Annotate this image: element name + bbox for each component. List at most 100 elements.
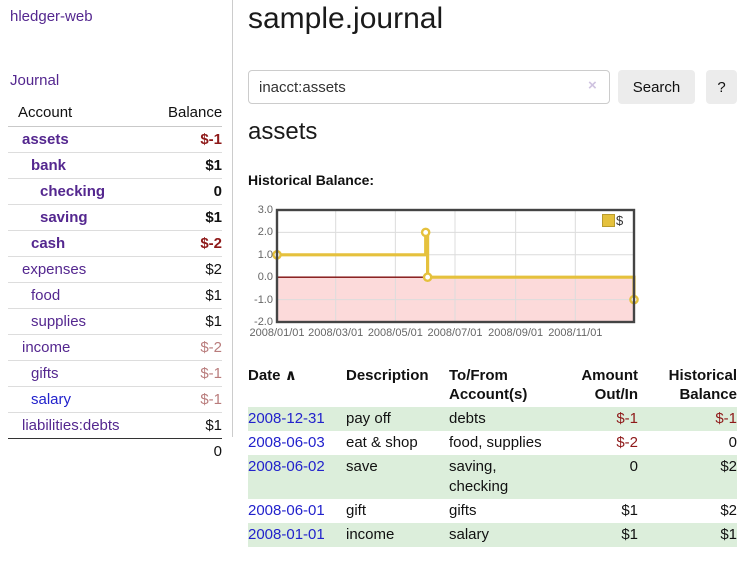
register-row: 2008-06-03eat & shopfood, supplies$-20: [248, 431, 737, 455]
legend-label: $: [616, 213, 623, 228]
y-axis-tick: 2.0: [248, 225, 273, 239]
account-row: cash $-2: [8, 231, 222, 257]
account-cell: gifts: [8, 361, 158, 387]
account-balance: $-1: [158, 387, 222, 413]
register-balance-cell: $1: [638, 523, 737, 547]
account-link-liabilities-debts[interactable]: liabilities:debts: [22, 417, 120, 434]
account-row: salary $-1: [8, 387, 222, 413]
register-header-amount: Amount Out/In: [560, 366, 638, 407]
chart-label: Historical Balance:: [248, 172, 374, 188]
account-row: income $-2: [8, 335, 222, 361]
chart-plot-area: [277, 210, 634, 322]
register-accounts-cell: gifts: [449, 499, 560, 523]
register-balance-cell: 0: [638, 431, 737, 455]
y-axis-tick: 0.0: [248, 270, 273, 284]
account-row: assets $-1: [8, 127, 222, 153]
register-header-row: Date ∧ Description To/From Account(s) Am…: [248, 366, 737, 407]
account-row: bank $1: [8, 153, 222, 179]
register-amount-cell: $-1: [560, 407, 638, 431]
account-balance: $-2: [158, 231, 222, 257]
search-input[interactable]: [248, 70, 610, 104]
account-link-supplies[interactable]: supplies: [31, 313, 86, 330]
register-accounts-cell: salary: [449, 523, 560, 547]
y-axis-tick: 3.0: [248, 203, 273, 217]
account-cell: cash: [8, 231, 158, 257]
account-link-income[interactable]: income: [22, 339, 70, 356]
account-link-checking[interactable]: checking: [40, 183, 105, 200]
register-amount-cell: 0: [560, 455, 638, 499]
account-cell: food: [8, 283, 158, 309]
transaction-date-link[interactable]: 2008-06-01: [248, 502, 325, 519]
account-row: gifts $-1: [8, 361, 222, 387]
register-row: 2008-06-02 savesaving, checking0$2: [248, 455, 737, 499]
account-link-saving[interactable]: saving: [40, 209, 88, 226]
register-balance-cell: $2: [638, 499, 737, 523]
account-cell: bank: [8, 153, 158, 179]
account-cell: assets: [8, 127, 158, 153]
account-balance: 0: [158, 179, 222, 205]
register-amount-cell: $1: [560, 523, 638, 547]
register-description-cell: pay off: [346, 407, 449, 431]
help-button[interactable]: ?: [706, 70, 737, 104]
register-accounts-cell: saving, checking: [449, 455, 560, 499]
account-link-food[interactable]: food: [31, 287, 60, 304]
accounts-tree: Account Balance assets $-1 bank $1 checking 0…: [8, 100, 222, 464]
register-amount-cell: $1: [560, 499, 638, 523]
register-balance-cell: $-1: [638, 407, 737, 431]
account-balance: $-1: [158, 127, 222, 153]
register-header-date[interactable]: Date ∧: [248, 366, 346, 407]
sidebar-item-journal[interactable]: Journal: [10, 72, 59, 89]
account-row: expenses $2: [8, 257, 222, 283]
account-link-cash[interactable]: cash: [31, 235, 65, 252]
account-link-bank[interactable]: bank: [31, 157, 66, 174]
register-header-balance: Historical Balance: [638, 366, 737, 407]
register-header-accounts: To/From Account(s): [449, 366, 560, 407]
account-link-gifts[interactable]: gifts: [31, 365, 59, 382]
historical-balance-chart: $ 3.02.01.00.0-1.0-2.02008/01/012008/03/…: [248, 200, 742, 350]
register-balance-cell: $2: [638, 455, 737, 499]
accounts-total-spacer: [8, 439, 158, 465]
register-description-cell: save: [346, 455, 449, 499]
account-balance: $1: [158, 413, 222, 439]
y-axis-tick: 1.0: [248, 248, 273, 262]
transaction-date-link[interactable]: 2008-06-03: [248, 434, 325, 451]
account-balance: $2: [158, 257, 222, 283]
account-link-assets[interactable]: assets: [22, 131, 69, 148]
account-cell: saving: [8, 205, 158, 231]
register-description-cell: gift: [346, 499, 449, 523]
account-link-salary[interactable]: salary: [31, 391, 71, 408]
account-row: liabilities:debts $1: [8, 413, 222, 439]
register-header-description: Description: [346, 366, 449, 407]
account-title: assets: [248, 118, 317, 146]
register-accounts-cell: food, supplies: [449, 431, 560, 455]
search-button[interactable]: Search: [618, 70, 695, 104]
register-date-cell: 2008-06-02: [248, 455, 346, 499]
account-row: saving$1: [8, 205, 222, 231]
sort-ascending-icon: ∧: [285, 367, 297, 384]
register-accounts-cell: debts: [449, 407, 560, 431]
y-axis-tick: -1.0: [248, 293, 273, 307]
account-row: supplies $1: [8, 309, 222, 335]
register-table: Date ∧ Description To/From Account(s) Am…: [248, 366, 737, 547]
clear-search-icon[interactable]: ×: [588, 77, 597, 94]
transaction-date-link[interactable]: 2008-06-02: [248, 458, 325, 475]
account-link-expenses[interactable]: expenses: [22, 261, 86, 278]
account-balance: $1: [158, 283, 222, 309]
register-description-cell: eat & shop: [346, 431, 449, 455]
accounts-total-value: 0: [158, 439, 222, 465]
account-cell: salary: [8, 387, 158, 413]
accounts-header-row: Account Balance: [8, 100, 222, 127]
transaction-date-link[interactable]: 2008-12-31: [248, 410, 325, 427]
x-axis-tick: 2008/07/01: [420, 327, 490, 339]
transaction-date-link[interactable]: 2008-01-01: [248, 526, 325, 543]
register-date-cell: 2008-06-03: [248, 431, 346, 455]
register-date-cell: 2008-01-01: [248, 523, 346, 547]
account-balance: $-1: [158, 361, 222, 387]
accounts-total-row: 0: [8, 439, 222, 465]
account-balance: $1: [158, 309, 222, 335]
register-row: 2008-06-01 giftgifts$1$2: [248, 499, 737, 523]
account-balance: $-2: [158, 335, 222, 361]
account-balance: $1: [158, 153, 222, 179]
account-row: food $1: [8, 283, 222, 309]
app-title-link[interactable]: hledger-web: [10, 8, 93, 25]
